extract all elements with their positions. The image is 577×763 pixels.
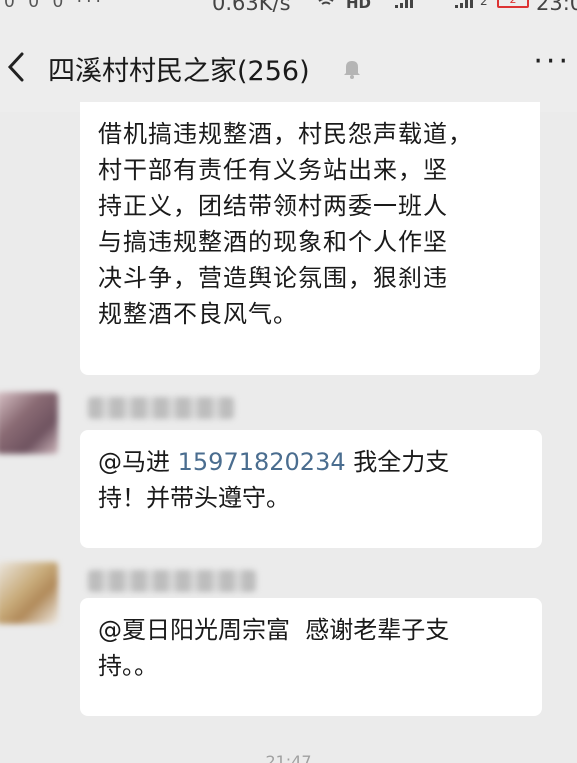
message-line: 决斗争，营造舆论氛围，狠刹违 bbox=[98, 264, 448, 292]
battery-icon: 2 bbox=[497, 0, 529, 8]
avatar[interactable] bbox=[0, 562, 58, 624]
message-bubble[interactable]: 借机搞违规整酒，村民怨声载道， 村干部有责任有义务站出来，坚 持正义，团结带领村… bbox=[80, 102, 540, 375]
signal-icon bbox=[455, 0, 473, 8]
message-list[interactable]: 借机搞违规整酒，村民怨声载道， 村干部有责任有义务站出来，坚 持正义，团结带领村… bbox=[0, 102, 577, 763]
message-line: 规整酒不良风气。 bbox=[98, 300, 298, 328]
message-line: 持！并带头遵守。 bbox=[98, 484, 290, 512]
message-line: 持正义，团结带领村两委一班人 bbox=[98, 192, 448, 220]
phone-link[interactable]: 15971820234 bbox=[178, 448, 346, 476]
message-line: 村干部有责任有义务站出来，坚 bbox=[98, 156, 448, 184]
message-line: 持。。 bbox=[98, 652, 158, 680]
chat-title: 四溪村村民之家(256) bbox=[48, 56, 310, 87]
sim2-label: 2 bbox=[480, 0, 488, 8]
message-line: @夏日阳光周宗富 感谢老辈子支 bbox=[98, 616, 450, 644]
signal-icon bbox=[395, 0, 413, 8]
mention: @马进 bbox=[98, 448, 170, 476]
ellipsis-icon[interactable]: ··· bbox=[533, 44, 571, 79]
chevron-left-icon[interactable] bbox=[4, 50, 30, 84]
message-bubble[interactable]: @马进 15971820234 我全力支 持！并带头遵守。 bbox=[80, 430, 542, 548]
hd-indicator: HD bbox=[346, 0, 372, 12]
chat-header: 四溪村村民之家(256) ··· bbox=[0, 22, 577, 112]
message-line: 与搞违规整酒的现象和个人作坚 bbox=[98, 228, 448, 256]
message-text: 我全力支 bbox=[353, 448, 450, 476]
sender-name-blurred bbox=[88, 570, 256, 592]
notification-icons: 0 0 0 ··· bbox=[4, 0, 105, 12]
clock: 23:0 bbox=[536, 0, 577, 15]
wifi-icon bbox=[315, 0, 337, 12]
avatar[interactable] bbox=[0, 392, 58, 454]
network-speed: 0.63K/s bbox=[212, 0, 291, 15]
message-line: 借机搞违规整酒，村民怨声载道， bbox=[98, 120, 473, 148]
message-bubble[interactable]: @夏日阳光周宗富 感谢老辈子支 持。。 bbox=[80, 598, 542, 716]
sender-name-blurred bbox=[88, 397, 234, 419]
status-bar: 0 0 0 ··· 0.63K/s HD 2 2 23:0 bbox=[0, 0, 577, 22]
message-timestamp: 21:47 bbox=[265, 752, 312, 763]
bell-muted-icon bbox=[340, 56, 364, 80]
